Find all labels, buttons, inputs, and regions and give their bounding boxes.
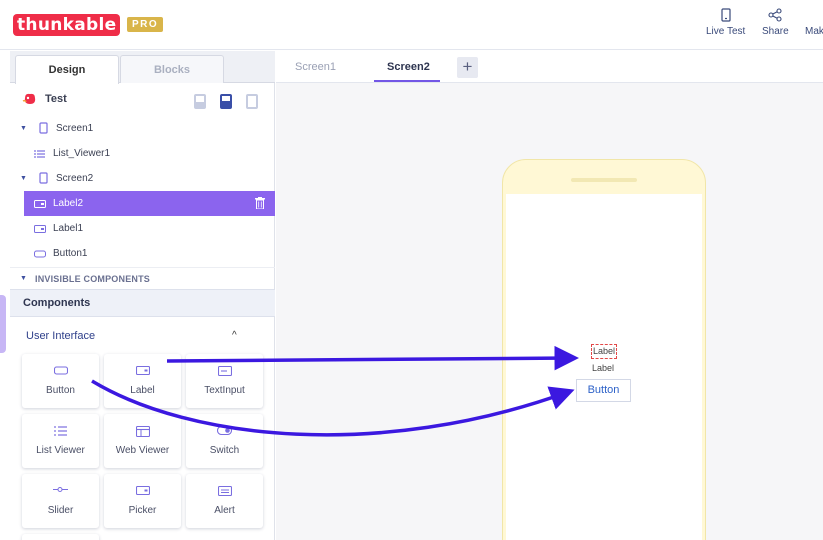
- device-phone-icon[interactable]: [194, 94, 206, 109]
- thunkable-logo[interactable]: thunkable: [13, 14, 121, 36]
- expand-triangle-icon[interactable]: ▼: [20, 268, 27, 290]
- device-tablet-icon[interactable]: [220, 94, 232, 109]
- component-card-button[interactable]: Button: [22, 354, 99, 408]
- components-header: Components: [10, 289, 275, 317]
- make-label: Mak: [805, 26, 823, 37]
- component-card-textinput[interactable]: TextInput: [186, 354, 263, 408]
- tree-item-label: Label2: [53, 198, 84, 209]
- app-window: thunkable PRO Live Test Share Mak Screen…: [0, 0, 823, 540]
- tab-screen1[interactable]: Screen1: [295, 51, 336, 83]
- user-interface-label: User Interface: [26, 330, 96, 342]
- switch-icon: [217, 426, 232, 435]
- button-icon: [34, 250, 46, 258]
- component-card-web-viewer[interactable]: Web Viewer: [104, 414, 181, 468]
- component-tree: Test ▼ Screen1 List_Viewer1 ▼ Screen2 La…: [10, 87, 275, 266]
- label-icon: [34, 225, 46, 233]
- phone-icon: [721, 8, 731, 22]
- invisible-components-label: INVISIBLE COMPONENTS: [35, 274, 151, 284]
- tree-item-label: Screen1: [56, 123, 94, 134]
- device-blank-icon[interactable]: [246, 94, 258, 109]
- textinput-icon: [217, 366, 232, 376]
- expand-triangle-icon[interactable]: ▼: [20, 166, 27, 191]
- component-card-label: Picker: [128, 505, 157, 516]
- share-button[interactable]: Share: [762, 8, 789, 37]
- add-screen-button[interactable]: +: [457, 57, 478, 78]
- tree-item-screen1[interactable]: ▼ Screen1: [10, 116, 275, 141]
- make-icon: [805, 8, 823, 22]
- tab-blocks[interactable]: Blocks: [120, 55, 224, 83]
- tree-item-label: List_Viewer1: [53, 148, 111, 159]
- tree-item-label: Screen2: [56, 173, 94, 184]
- project-name: Test: [45, 93, 67, 105]
- component-card-label: Button: [46, 385, 75, 396]
- panel-tabs: Design Blocks: [10, 51, 275, 84]
- tab-screen2[interactable]: Screen2: [387, 51, 430, 83]
- screen-tabs: Screen1 Screen2 +: [276, 51, 823, 83]
- phone-speaker: [571, 178, 637, 182]
- tree-item-label2[interactable]: Label2: [24, 191, 275, 216]
- component-card-label: Switch: [209, 445, 240, 456]
- live-test-label: Live Test: [706, 26, 746, 37]
- component-card-switch[interactable]: Switch: [186, 414, 263, 468]
- phone-label[interactable]: Label: [592, 362, 614, 375]
- thunkable-mascot-icon: [22, 93, 36, 104]
- top-bar: thunkable PRO Live Test Share Mak: [0, 0, 823, 50]
- tree-item-label1[interactable]: Label1: [10, 216, 275, 241]
- project-row[interactable]: Test: [10, 87, 275, 112]
- left-panel: Design Blocks Test ▼ Screen1 List_Viewer…: [10, 51, 275, 540]
- list-icon: [54, 426, 67, 436]
- alert-icon: [217, 486, 232, 496]
- component-card-partial[interactable]: [22, 534, 99, 540]
- tree-item-list-viewer1[interactable]: List_Viewer1: [10, 141, 275, 166]
- share-label: Share: [762, 26, 789, 37]
- tree-item-label: Button1: [53, 248, 88, 259]
- expand-triangle-icon[interactable]: ▼: [20, 116, 27, 141]
- collapse-caret-icon[interactable]: ^: [232, 325, 237, 347]
- component-card-label: Alert: [214, 505, 235, 516]
- component-card-label: Label: [130, 385, 155, 396]
- component-card-label: Slider: [47, 505, 74, 516]
- trash-icon[interactable]: [255, 197, 265, 209]
- component-card-slider[interactable]: Slider: [22, 474, 99, 528]
- component-card-alert[interactable]: Alert: [186, 474, 263, 528]
- active-tab-indicator: [374, 80, 440, 82]
- live-test-button[interactable]: Live Test: [706, 8, 745, 37]
- component-card-label: List Viewer: [36, 445, 85, 456]
- pro-badge: PRO: [127, 17, 164, 32]
- list-icon: [34, 150, 45, 158]
- button-icon: [53, 366, 68, 375]
- tab-design[interactable]: Design: [15, 55, 119, 84]
- tree-item-screen2[interactable]: ▼ Screen2: [10, 166, 275, 191]
- user-interface-section[interactable]: User Interface ^: [10, 325, 275, 347]
- component-card-label: Web Viewer: [115, 445, 170, 456]
- share-icon: [768, 8, 782, 22]
- invisible-components-header[interactable]: ▼ INVISIBLE COMPONENTS: [10, 267, 275, 289]
- phone-button[interactable]: Button: [576, 379, 631, 402]
- label-icon: [135, 366, 150, 375]
- picker-icon: [135, 486, 150, 495]
- screen-icon: [39, 122, 48, 134]
- slider-icon: [53, 487, 68, 492]
- web-viewer-icon: [135, 426, 150, 437]
- make-button[interactable]: Mak: [805, 8, 823, 37]
- component-card-picker[interactable]: Picker: [104, 474, 181, 528]
- panel-collapse-handle[interactable]: [0, 295, 6, 353]
- screen-icon: [39, 172, 48, 184]
- label-icon: [34, 200, 46, 208]
- tree-item-button1[interactable]: Button1: [10, 241, 275, 266]
- tree-item-label: Label1: [53, 223, 84, 234]
- component-card-label[interactable]: Label: [104, 354, 181, 408]
- phone-label-selected[interactable]: Label: [591, 344, 618, 359]
- component-card-label: TextInput: [204, 385, 245, 396]
- component-card-list-viewer[interactable]: List Viewer: [22, 414, 99, 468]
